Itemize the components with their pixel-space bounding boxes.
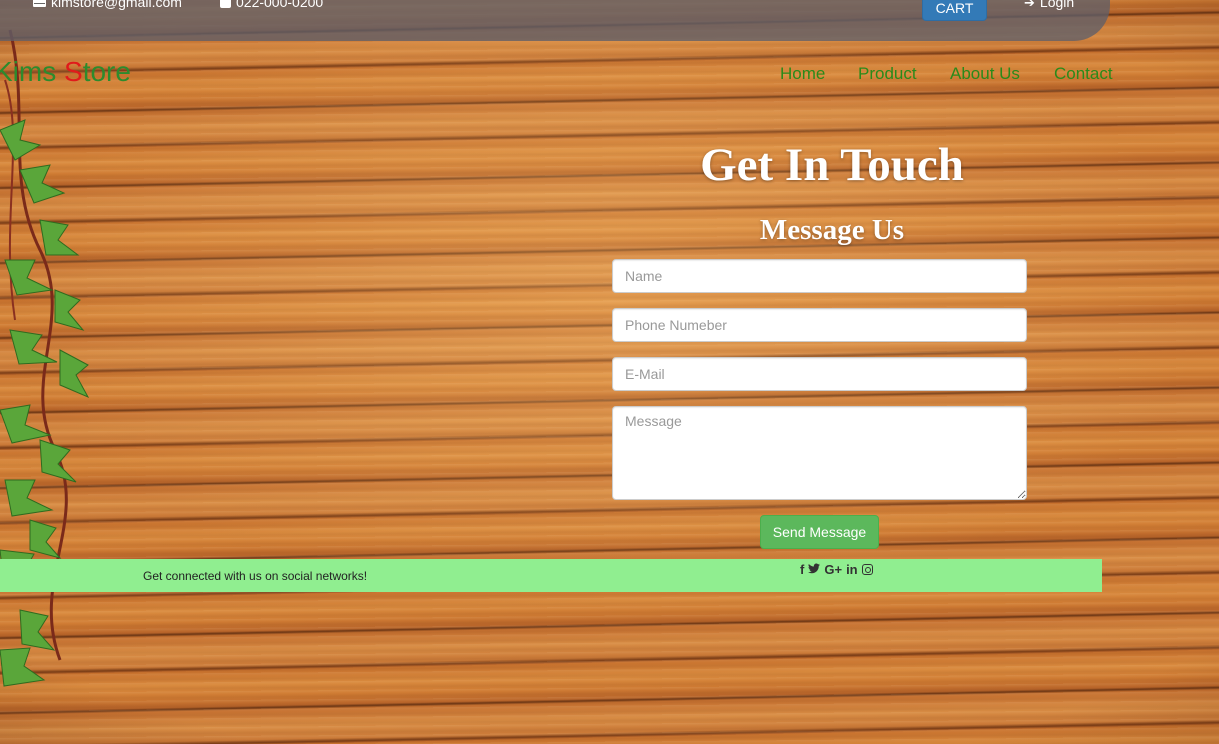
top-email[interactable]: kimstore@gmail.com [33, 0, 182, 10]
email-text: kimstore@gmail.com [51, 0, 182, 10]
nav-about-us[interactable]: About Us [950, 64, 1020, 84]
login-link[interactable]: ➔ Login [1024, 0, 1074, 10]
nav-home[interactable]: Home [780, 64, 825, 84]
brand-logo[interactable]: Kims Store [0, 56, 131, 88]
linkedin-icon[interactable]: in [846, 562, 858, 577]
login-label: Login [1039, 0, 1075, 10]
phone-input[interactable] [612, 308, 1027, 342]
nav-product[interactable]: Product [858, 64, 917, 84]
email-input[interactable] [612, 357, 1027, 391]
send-message-button[interactable]: Send Message [760, 515, 879, 549]
message-textarea[interactable] [612, 406, 1027, 500]
google-plus-icon[interactable]: G+ [824, 562, 842, 577]
vine-decoration [0, 29, 90, 687]
brand-prefix: Kims [0, 56, 64, 87]
twitter-icon[interactable] [808, 562, 821, 577]
nav-contact[interactable]: Contact [1054, 64, 1113, 84]
top-bar: kimstore@gmail.com 022-000-0200 CART ➔ L… [0, 0, 1110, 41]
facebook-icon[interactable]: f [800, 562, 804, 577]
brand-accent: S [64, 56, 83, 87]
form-subtitle: Message Us [759, 214, 905, 246]
social-text: Get connected with us on social networks… [143, 569, 368, 583]
cart-button[interactable]: CART [922, 0, 987, 21]
brand-suffix: tore [82, 56, 131, 87]
phone-text: 022-000-0200 [236, 0, 324, 10]
social-icons: f G+ in [800, 562, 873, 577]
page-title: Get In Touch [700, 139, 964, 191]
wood-background [0, 0, 1219, 744]
envelope-icon [33, 0, 46, 7]
phone-icon [220, 0, 231, 8]
sign-in-icon: ➔ [1024, 0, 1035, 10]
social-strip: Get connected with us on social networks… [0, 559, 1102, 592]
top-phone[interactable]: 022-000-0200 [220, 0, 323, 10]
name-input[interactable] [612, 259, 1027, 293]
instagram-icon[interactable] [861, 564, 873, 575]
